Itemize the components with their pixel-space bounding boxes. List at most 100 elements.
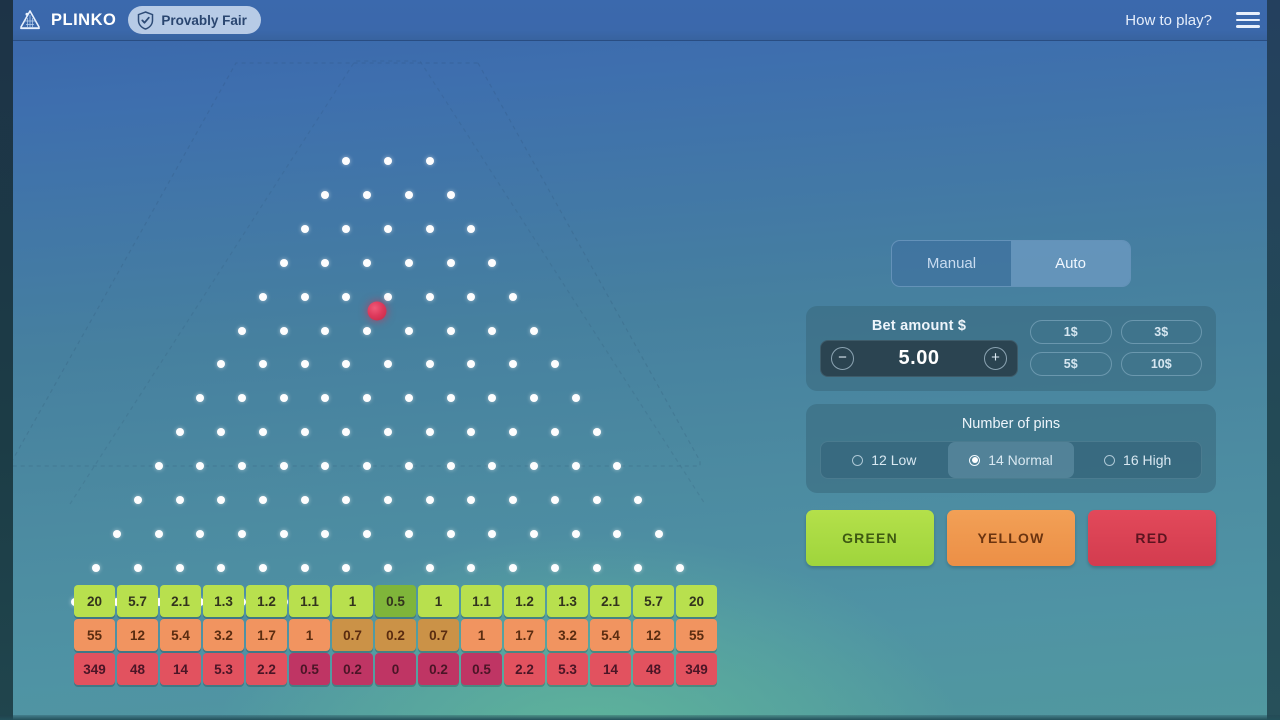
control-panel: Manual Auto Bet amount $ − 5.00 + 1$ 3$ 5$… — [806, 240, 1216, 566]
pin — [384, 496, 392, 504]
pin — [175, 428, 184, 437]
pin — [467, 563, 476, 572]
pin — [592, 563, 601, 572]
pin — [634, 496, 643, 504]
bet-decrement-button[interactable]: − — [831, 347, 854, 370]
multiplier-rows: 20 5.7 2.1 1.3 1.2 1.1 1 0.5 1 1.1 1.2 1.3 2.1 5.7 20 5… — [74, 585, 717, 685]
pin — [446, 326, 455, 335]
bet-increment-button[interactable]: + — [984, 347, 1007, 370]
multiplier-cell: 0.2 — [418, 653, 459, 685]
multiplier-cell: 1 — [461, 619, 502, 651]
pin — [550, 428, 559, 437]
pins-option-label: 16 High — [1123, 452, 1172, 468]
provably-fair-label: Provably Fair — [161, 12, 247, 28]
multiplier-cell: 3.2 — [547, 619, 588, 651]
pin — [300, 496, 309, 504]
radio-icon — [969, 454, 981, 466]
quick-bet-3[interactable]: 3$ — [1120, 319, 1202, 344]
pin — [321, 529, 330, 538]
pin — [342, 563, 351, 572]
pin — [446, 529, 455, 538]
quick-bet-5[interactable]: 5$ — [1030, 351, 1112, 376]
pins-option-14-normal[interactable]: 14 Normal — [947, 442, 1075, 478]
pin — [425, 563, 434, 572]
radio-icon — [852, 454, 864, 466]
pin — [258, 428, 267, 437]
window-right-edge — [1267, 0, 1280, 720]
multiplier-cell: 2.1 — [160, 585, 201, 617]
risk-button-green[interactable]: GREEN — [806, 510, 934, 566]
multiplier-row-yellow: 55 12 5.4 3.2 1.7 1 0.7 0.2 0.7 1 1.7 3.2 5.4 12 55 — [74, 619, 717, 651]
window-left-edge — [0, 0, 13, 720]
pin — [238, 462, 247, 471]
brand[interactable]: PLINKO — [18, 9, 116, 31]
pin — [279, 529, 288, 538]
pin — [258, 563, 267, 572]
multiplier-cell: 0.5 — [375, 585, 416, 617]
quick-bet-10[interactable]: 10$ — [1120, 351, 1202, 376]
pin — [404, 529, 413, 538]
multiplier-cell: 1.3 — [547, 585, 588, 617]
multiplier-cell: 0.2 — [375, 619, 416, 651]
pin — [363, 462, 372, 471]
quick-bet-1[interactable]: 1$ — [1030, 319, 1112, 344]
multiplier-cell: 349 — [676, 653, 717, 685]
pin — [154, 529, 163, 538]
pins-option-16-high[interactable]: 16 High — [1074, 442, 1201, 478]
pin — [258, 360, 267, 369]
pin — [384, 292, 392, 301]
risk-button-yellow[interactable]: YELLOW — [947, 510, 1075, 566]
pin — [571, 462, 580, 471]
multiplier-cell: 2.2 — [504, 653, 545, 685]
multiplier-cell: 20 — [676, 585, 717, 617]
pin — [529, 462, 538, 471]
pin — [300, 224, 309, 233]
pin — [217, 496, 226, 504]
pin — [425, 360, 434, 369]
provably-fair-badge[interactable]: Provably Fair — [128, 6, 261, 34]
multiplier-cell: 14 — [160, 653, 201, 685]
pin — [342, 157, 351, 165]
pin — [196, 529, 205, 538]
multiplier-cell: 0.2 — [332, 653, 373, 685]
multiplier-cell: 1.3 — [203, 585, 244, 617]
pin — [217, 563, 226, 572]
pin — [592, 428, 601, 437]
radio-icon — [1104, 454, 1116, 466]
bet-amount-stepper: − 5.00 + — [820, 340, 1018, 377]
pin — [509, 563, 518, 572]
pin-grid — [0, 41, 780, 606]
pin — [363, 258, 372, 267]
pin — [571, 529, 580, 538]
pin — [446, 190, 455, 199]
pins-option-12-low[interactable]: 12 Low — [821, 442, 948, 478]
plinko-game-app: PLINKO Provably Fair How to play? 20 5.7 2… — [0, 0, 1280, 720]
tab-auto[interactable]: Auto — [1011, 241, 1130, 286]
pin — [613, 462, 622, 471]
window-bottom-edge — [0, 715, 1280, 720]
multiplier-cell: 1 — [289, 619, 330, 651]
pin — [363, 394, 372, 403]
bet-amount-value[interactable]: 5.00 — [899, 347, 940, 370]
quick-bet-buttons: 1$ 3$ 5$ 10$ — [1030, 319, 1202, 376]
multiplier-cell: 5.3 — [203, 653, 244, 685]
pins-option-label: 14 Normal — [988, 452, 1053, 468]
hamburger-menu-icon[interactable] — [1236, 12, 1260, 28]
pin — [300, 563, 309, 572]
how-to-play-link[interactable]: How to play? — [1125, 12, 1212, 29]
multiplier-cell: 5.3 — [547, 653, 588, 685]
pin — [363, 529, 372, 538]
multiplier-cell: 2.1 — [590, 585, 631, 617]
tab-manual[interactable]: Manual — [892, 241, 1011, 286]
pin — [217, 428, 226, 437]
multiplier-cell: 5.4 — [160, 619, 201, 651]
pin — [425, 496, 434, 504]
multiplier-cell: 5.4 — [590, 619, 631, 651]
risk-button-red[interactable]: RED — [1088, 510, 1216, 566]
pin — [425, 292, 434, 301]
multiplier-cell: 349 — [74, 653, 115, 685]
multiplier-cell: 14 — [590, 653, 631, 685]
pin — [300, 292, 309, 301]
pin — [342, 292, 351, 301]
pin — [550, 360, 559, 369]
